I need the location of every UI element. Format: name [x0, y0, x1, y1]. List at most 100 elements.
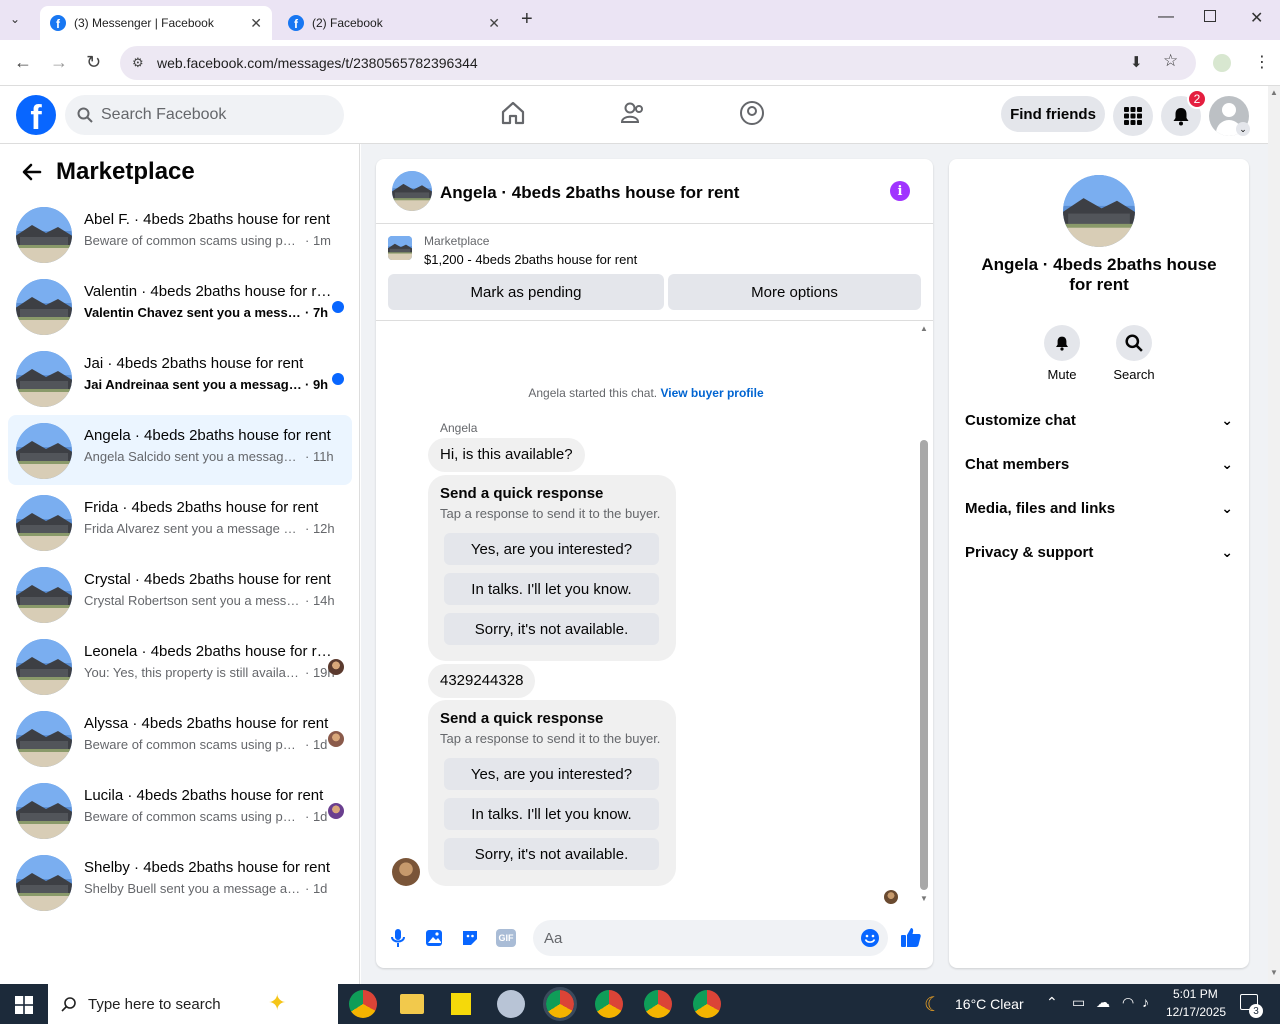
tab-search-icon[interactable]: ⌄	[10, 12, 20, 26]
site-info-icon[interactable]: ⚙	[132, 55, 144, 71]
close-tab-icon[interactable]: ✕	[488, 15, 500, 32]
taskbar-search-input[interactable]: Type here to search ✦	[48, 984, 338, 1024]
groups-icon[interactable]	[739, 100, 765, 126]
facebook-logo-icon[interactable]: f	[16, 95, 56, 135]
account-chevron-icon[interactable]: ⌄	[1236, 122, 1250, 136]
page-scrollbar[interactable]: ▲ ▼	[1268, 86, 1280, 984]
listing-thumbnail[interactable]	[388, 236, 412, 260]
conversation-preview: Beware of common scams using payment app…	[84, 233, 331, 248]
conversation-item[interactable]: Crystal · 4beds 2baths house for rent Cry…	[8, 559, 352, 629]
browser-menu-icon[interactable]: ⋮	[1254, 52, 1270, 72]
search-action[interactable]: Search	[1104, 325, 1164, 382]
reload-icon[interactable]: ↻	[86, 52, 101, 73]
back-arrow-icon[interactable]	[22, 162, 42, 182]
profile-avatar-icon[interactable]	[1213, 54, 1231, 72]
quick-response-yes-button[interactable]: Yes, are you interested?	[444, 758, 659, 790]
search-highlight-icon: ✦	[268, 990, 287, 1015]
message-bubble[interactable]: 4329244328	[428, 664, 536, 698]
details-avatar[interactable]	[1063, 175, 1135, 247]
chevron-down-icon: ⌄	[1221, 455, 1233, 472]
conversation-avatar	[16, 639, 72, 695]
conversation-avatar	[16, 423, 72, 479]
device-icon[interactable]: ▭	[1072, 994, 1085, 1011]
more-options-button[interactable]: More options	[668, 274, 921, 310]
mark-as-pending-button[interactable]: Mark as pending	[388, 274, 664, 310]
photo-icon[interactable]	[424, 928, 444, 948]
back-icon[interactable]: ←	[14, 52, 32, 73]
conversation-item[interactable]: Lucila · 4beds 2baths house for rent Bewa…	[8, 775, 352, 845]
weather-moon-icon[interactable]: ☾	[924, 992, 942, 1017]
forward-icon[interactable]: →	[50, 52, 68, 73]
emoji-icon[interactable]	[860, 928, 880, 948]
customize-chat-section[interactable]: Customize chat ⌄	[965, 400, 1233, 440]
chat-scrollbar[interactable]: ▲ ▼	[919, 324, 929, 906]
message-bubble[interactable]: Hi, is this available?	[428, 438, 585, 472]
chrome-app-icon[interactable]	[543, 987, 577, 1021]
mute-action[interactable]: Mute	[1032, 325, 1092, 382]
conversation-preview: Jai Andreinaa sent you a message about y…	[84, 377, 328, 392]
clock-date[interactable]: 12/17/2025	[1166, 1005, 1226, 1019]
conversation-item[interactable]: Frida · 4beds 2baths house for rent Frida…	[8, 487, 352, 557]
conversation-item[interactable]: Jai · 4beds 2baths house for rent Jai And…	[8, 343, 352, 413]
chrome-app-icon[interactable]	[349, 990, 377, 1018]
windows-taskbar: Type here to search ✦ ☾ 16°C Clear ⌃ ▭ ☁…	[0, 984, 1280, 1024]
conversation-item[interactable]: Abel F. · 4beds 2baths house for rent Bew…	[8, 199, 352, 269]
conversation-item[interactable]: Angela · 4beds 2baths house for rent Ange…	[8, 415, 352, 485]
quick-response-in-talks-button[interactable]: In talks. I'll let you know.	[444, 573, 659, 605]
paint-app-icon[interactable]	[497, 990, 525, 1018]
chrome-app-icon[interactable]	[595, 990, 623, 1018]
view-buyer-profile-link[interactable]: View buyer profile	[660, 386, 763, 400]
home-icon[interactable]	[500, 100, 526, 126]
wifi-icon[interactable]: ◠	[1122, 994, 1134, 1011]
find-friends-button[interactable]: Find friends	[1001, 96, 1105, 132]
chat-avatar[interactable]	[392, 171, 432, 211]
scrollbar-thumb[interactable]	[920, 440, 928, 890]
chrome-app-icon[interactable]	[644, 990, 672, 1018]
listing-price-title[interactable]: $1,200 - 4beds 2baths house for rent	[424, 252, 637, 267]
sender-avatar[interactable]	[392, 858, 420, 886]
chat-title[interactable]: Angela · 4beds 2baths house for rent	[440, 183, 739, 203]
restore-icon[interactable]	[1204, 10, 1216, 22]
quick-response-not-available-button[interactable]: Sorry, it's not available.	[444, 613, 659, 645]
file-explorer-icon[interactable]	[400, 994, 424, 1014]
tab-facebook[interactable]: f (2) Facebook ✕	[278, 6, 510, 40]
thumbs-up-icon[interactable]	[900, 926, 922, 948]
windows-start-icon[interactable]	[15, 996, 33, 1014]
quick-response-not-available-button[interactable]: Sorry, it's not available.	[444, 838, 659, 870]
browser-toolbar: ← → ↻ ⚙ web.facebook.com/messages/t/2380…	[0, 40, 1280, 86]
privacy-support-section[interactable]: Privacy & support ⌄	[965, 532, 1233, 572]
friends-icon[interactable]	[620, 100, 646, 126]
minimize-icon[interactable]: —	[1158, 8, 1174, 26]
sticker-icon[interactable]	[460, 928, 480, 948]
chat-members-section[interactable]: Chat members ⌄	[965, 444, 1233, 484]
quick-response-in-talks-button[interactable]: In talks. I'll let you know.	[444, 798, 659, 830]
onedrive-cloud-icon[interactable]: ☁	[1096, 994, 1110, 1011]
new-tab-icon[interactable]: +	[521, 8, 533, 31]
message-input[interactable]: Aa	[533, 920, 888, 956]
sticky-notes-icon[interactable]	[451, 993, 471, 1015]
address-bar[interactable]: ⚙ web.facebook.com/messages/t/2380565782…	[120, 46, 1196, 80]
conversation-item[interactable]: Shelby · 4beds 2baths house for rent Shel…	[8, 847, 352, 917]
conversation-item[interactable]: Alyssa · 4beds 2baths house for rent Bewa…	[8, 703, 352, 773]
install-app-icon[interactable]: ⬇	[1130, 53, 1143, 71]
volume-icon[interactable]: ♪	[1142, 994, 1149, 1010]
media-files-links-section[interactable]: Media, files and links ⌄	[965, 488, 1233, 528]
bookmark-star-icon[interactable]: ☆	[1163, 51, 1178, 71]
tab-messenger[interactable]: f (3) Messenger | Facebook ✕	[40, 6, 272, 40]
show-hidden-icons[interactable]: ⌃	[1046, 994, 1058, 1011]
conversation-item[interactable]: Leonela · 4beds 2baths house for rent You…	[8, 631, 352, 701]
close-window-icon[interactable]: ✕	[1250, 8, 1263, 28]
microphone-icon[interactable]	[390, 928, 406, 948]
clock-time[interactable]: 5:01 PM	[1173, 987, 1218, 1001]
info-icon[interactable]: i	[890, 181, 910, 201]
conversation-title: Jai · 4beds 2baths house for rent	[84, 355, 304, 372]
facebook-search-input[interactable]: Search Facebook	[65, 95, 344, 135]
conversation-item[interactable]: Valentin · 4beds 2baths house for rent Va…	[8, 271, 352, 341]
close-tab-icon[interactable]: ✕	[250, 15, 262, 32]
weather-text[interactable]: 16°C Clear	[955, 996, 1024, 1012]
conversation-avatar	[16, 279, 72, 335]
quick-response-yes-button[interactable]: Yes, are you interested?	[444, 533, 659, 565]
menu-grid-button[interactable]	[1113, 96, 1153, 136]
chrome-app-icon[interactable]	[693, 990, 721, 1018]
gif-icon[interactable]: GIF	[496, 929, 516, 947]
